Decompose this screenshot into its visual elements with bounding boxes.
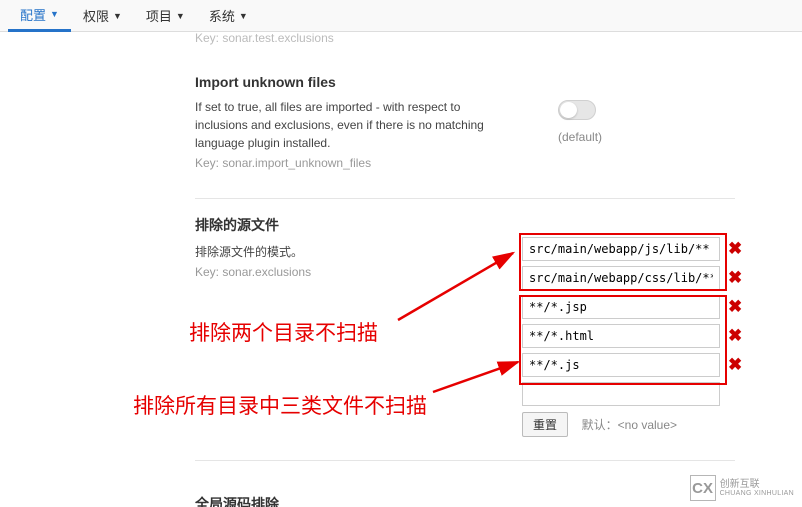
toggle-knob — [560, 102, 577, 118]
exclusion-input[interactable] — [522, 353, 720, 377]
default-label: (default) — [558, 130, 602, 144]
section-desc: 排除源文件的模式。 — [195, 243, 395, 261]
content-area: Key: sonar.test.exclusions Import unknow… — [0, 32, 802, 507]
annotation-text-2: 排除所有目录中三类文件不扫描 — [133, 390, 427, 420]
nav-tab-label: 权限 — [83, 6, 109, 25]
caret-down-icon: ▼ — [113, 11, 122, 21]
watermark-text: 创新互联 CHUANG XINHULIAN — [720, 479, 794, 498]
remove-icon[interactable]: ✖ — [728, 326, 742, 346]
caret-down-icon: ▼ — [176, 11, 185, 21]
section-title: 排除的源文件 — [195, 215, 575, 235]
import-unknown-section: Import unknown files If set to true, all… — [195, 74, 575, 170]
exclusion-input[interactable] — [522, 295, 720, 319]
input-row: ✖ — [522, 266, 742, 290]
input-row: ✖ — [522, 237, 742, 261]
section-title: Import unknown files — [195, 74, 575, 90]
input-row: ✖ — [522, 324, 742, 348]
exclusion-input[interactable] — [522, 382, 720, 406]
watermark-line1: 创新互联 — [720, 479, 794, 490]
divider — [195, 460, 735, 461]
caret-down-icon: ▼ — [50, 9, 59, 19]
section-title: 全局源码排除 — [195, 496, 279, 507]
caret-down-icon: ▼ — [239, 11, 248, 21]
reset-button[interactable]: 重置 — [522, 412, 568, 437]
main-column: Import unknown files If set to true, all… — [195, 32, 575, 307]
nav-tab-system[interactable]: 系统 ▼ — [197, 0, 260, 32]
exclusion-input[interactable] — [522, 266, 720, 290]
nav-tab-label: 系统 — [209, 6, 235, 25]
reset-row: 重置 默认：<no value> — [522, 412, 742, 437]
nav-tab-perm[interactable]: 权限 ▼ — [71, 0, 134, 32]
annotation-arrow-2 — [430, 357, 525, 397]
bottom-section-title: 全局源码排除 — [195, 494, 279, 507]
nav-bar: 配置 ▼ 权限 ▼ 项目 ▼ 系统 ▼ — [0, 0, 802, 32]
exclusion-input[interactable] — [522, 324, 720, 348]
nav-tab-config[interactable]: 配置 ▼ — [8, 0, 71, 32]
exclusion-section: 排除的源文件 排除源文件的模式。 Key: sonar.exclusions — [195, 215, 575, 279]
exclusion-input[interactable] — [522, 237, 720, 261]
section-desc: If set to true, all files are imported -… — [195, 98, 485, 152]
watermark-line2: CHUANG XINHULIAN — [720, 490, 794, 498]
divider — [195, 198, 735, 199]
section-key: Key: sonar.import_unknown_files — [195, 156, 575, 170]
remove-icon[interactable]: ✖ — [728, 239, 742, 259]
remove-icon[interactable]: ✖ — [728, 297, 742, 317]
nav-tab-label: 项目 — [146, 6, 172, 25]
toggle-switch[interactable] — [558, 100, 596, 120]
annotation-text-1: 排除两个目录不扫描 — [189, 317, 378, 347]
remove-icon[interactable]: ✖ — [728, 268, 742, 288]
input-row: ✖ — [522, 353, 742, 377]
remove-icon[interactable]: ✖ — [728, 355, 742, 375]
input-row: ✖ — [522, 295, 742, 319]
input-row — [522, 382, 742, 406]
watermark-logo: CX — [690, 475, 716, 501]
default-note: 默认：<no value> — [582, 418, 677, 432]
nav-tab-label: 配置 — [20, 5, 46, 24]
section-key: Key: sonar.exclusions — [195, 265, 575, 279]
watermark: CX 创新互联 CHUANG XINHULIAN — [690, 475, 794, 501]
nav-tab-project[interactable]: 项目 ▼ — [134, 0, 197, 32]
exclusion-inputs: ✖ ✖ ✖ ✖ ✖ 重置 默认：<no value> — [522, 237, 742, 437]
